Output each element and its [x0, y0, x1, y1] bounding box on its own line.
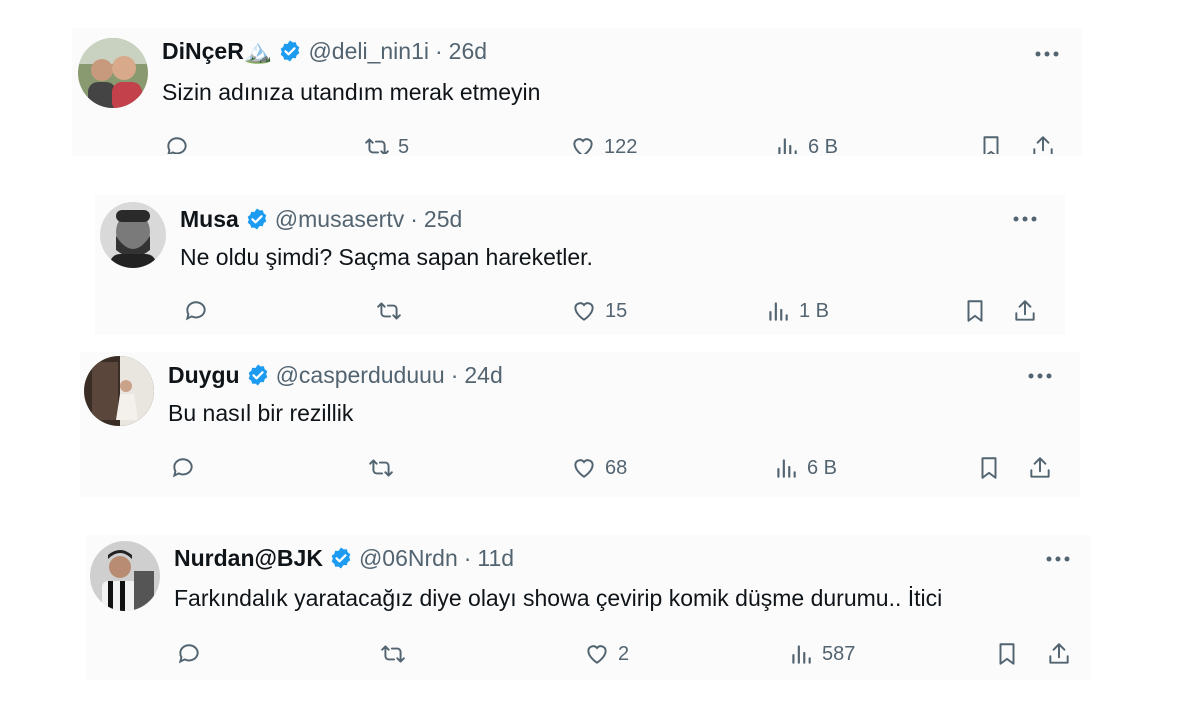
retweet-icon [381, 645, 405, 663]
avatar-photo-icon [84, 356, 154, 426]
bookmark-button[interactable] [994, 639, 1020, 669]
bookmark-button[interactable] [976, 453, 1002, 483]
verified-badge-icon [281, 40, 300, 62]
share-button[interactable] [1046, 639, 1072, 669]
views-chart-icon [792, 645, 811, 664]
heart-icon [574, 459, 594, 478]
author-handle[interactable]: @casperduduuu [276, 361, 445, 389]
timestamp[interactable]: 26d [449, 37, 487, 65]
avatar[interactable] [100, 202, 166, 268]
share-icon [1015, 300, 1035, 321]
views-button[interactable]: 587 [788, 639, 855, 669]
like-count: 15 [605, 299, 628, 322]
verified-badge-icon [331, 547, 351, 569]
avatar-photo-icon [90, 541, 160, 611]
avatar-photo-icon [100, 202, 166, 268]
bookmark-button[interactable] [962, 296, 988, 326]
like-count: 2 [618, 642, 630, 665]
share-icon [1030, 457, 1050, 478]
more-options-icon[interactable] [1032, 44, 1062, 64]
avatar[interactable] [78, 38, 148, 108]
reply-icon [178, 644, 199, 664]
separator-dot: · [450, 362, 459, 388]
retweet-button[interactable] [376, 296, 402, 326]
like-button[interactable]: 68 [571, 453, 627, 483]
author-handle[interactable]: @musasertv [275, 205, 404, 233]
bookmark-icon [967, 300, 983, 322]
views-button[interactable]: 6 B [773, 453, 837, 483]
author-name[interactable]: Nurdan@BJK [174, 544, 323, 572]
reply-button[interactable] [183, 296, 209, 326]
retweet-count: 5 [398, 135, 410, 155]
more-options-icon[interactable] [1025, 366, 1055, 386]
heart-icon [587, 645, 607, 664]
author-handle[interactable]: @06Nrdn [359, 544, 458, 572]
timestamp[interactable]: 25d [424, 205, 462, 233]
bookmark-icon [983, 136, 999, 154]
retweet-icon [365, 138, 389, 154]
separator-dot: · [410, 206, 418, 232]
views-button[interactable]: 6 B [774, 132, 838, 154]
separator-dot: · [463, 545, 472, 571]
tweet-text: Bu nasıl bir rezillik [168, 400, 354, 426]
reply-button[interactable] [164, 132, 190, 154]
heart-icon [573, 138, 593, 154]
like-button[interactable]: 15 [571, 296, 627, 326]
reply-button[interactable] [176, 639, 202, 669]
retweet-icon [377, 302, 401, 320]
retweet-button[interactable] [368, 453, 394, 483]
verified-badge-icon [247, 208, 267, 230]
reply-icon [172, 458, 193, 478]
view-count: 6 B [807, 456, 838, 479]
share-icon [1049, 643, 1069, 664]
reply-button[interactable] [170, 453, 196, 483]
views-chart-icon [769, 302, 788, 321]
share-icon [1033, 136, 1053, 154]
avatar[interactable] [84, 356, 154, 426]
share-button[interactable] [1030, 132, 1056, 154]
separator-dot: · [435, 38, 443, 64]
view-count: 6 B [808, 135, 839, 155]
like-count: 68 [605, 456, 628, 479]
author-handle[interactable]: @deli_nin1i [308, 37, 429, 65]
avatar-photo-icon [78, 38, 148, 108]
like-button[interactable]: 2 [584, 639, 629, 669]
bookmark-icon [999, 643, 1015, 665]
retweet-button[interactable] [380, 639, 406, 669]
tweet-text: Ne oldu şimdi? Saçma sapan hareketler. [180, 244, 593, 270]
bookmark-icon [981, 457, 997, 479]
bookmark-button[interactable] [978, 132, 1004, 154]
retweet-icon [369, 459, 393, 477]
author-name[interactable]: Musa [180, 205, 239, 233]
reply-icon [185, 301, 206, 321]
heart-icon [574, 302, 594, 321]
tweet-text: Farkındalık yaratacağız diye olayı showa… [174, 585, 943, 611]
author-name[interactable]: Duygu [168, 361, 240, 389]
timestamp[interactable]: 24d [464, 361, 502, 389]
tweet-text: Sizin adınıza utandım merak etmeyin [162, 79, 541, 105]
share-button[interactable] [1012, 296, 1038, 326]
avatar[interactable] [90, 541, 160, 611]
views-button[interactable]: 1 B [765, 296, 829, 326]
more-options-icon[interactable] [1010, 209, 1040, 229]
reply-icon [167, 137, 187, 154]
share-button[interactable] [1027, 453, 1053, 483]
timestamp[interactable]: 11d [477, 544, 514, 572]
retweet-button[interactable]: 5 [364, 132, 409, 154]
author-name[interactable]: DiNçeR🏔️ [162, 37, 272, 65]
views-chart-icon [778, 138, 797, 154]
view-count: 587 [822, 642, 856, 665]
like-count: 122 [604, 135, 638, 155]
verified-badge-icon [248, 364, 267, 386]
view-count: 1 B [799, 299, 830, 322]
more-options-icon[interactable] [1043, 549, 1073, 569]
like-button[interactable]: 122 [570, 132, 637, 154]
views-chart-icon [777, 459, 796, 478]
